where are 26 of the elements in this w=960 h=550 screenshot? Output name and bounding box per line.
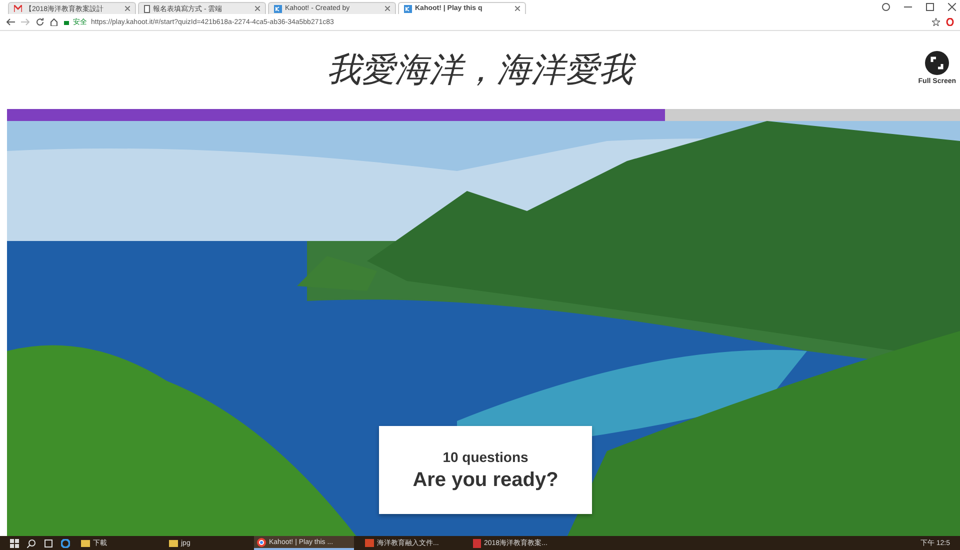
close-icon[interactable] xyxy=(255,6,260,11)
ready-prompt: Are you ready? xyxy=(412,468,558,492)
star-icon[interactable] xyxy=(932,18,940,26)
chrome-icon xyxy=(257,538,266,546)
question-count: 10 questions xyxy=(442,448,528,464)
kahoot-icon xyxy=(274,4,282,12)
reload-icon[interactable] xyxy=(36,18,44,26)
pdf-file-icon xyxy=(473,538,481,548)
close-icon[interactable] xyxy=(515,6,520,11)
document-icon xyxy=(144,4,150,12)
mail-icon xyxy=(14,5,22,12)
windows-start-icon[interactable] xyxy=(10,538,19,548)
folder-icon xyxy=(169,539,178,547)
maximize-icon[interactable] xyxy=(926,3,934,11)
close-icon[interactable] xyxy=(948,3,956,11)
folder-icon xyxy=(81,539,90,547)
home-icon[interactable] xyxy=(50,18,58,26)
task-view-icon[interactable] xyxy=(44,538,53,548)
slides-file-icon xyxy=(365,539,374,547)
search-icon[interactable] xyxy=(27,538,36,548)
fullscreen-icon xyxy=(925,51,950,75)
kahoot-icon xyxy=(404,4,412,12)
profile-icon[interactable] xyxy=(882,3,890,11)
back-icon[interactable] xyxy=(6,18,15,26)
close-icon[interactable] xyxy=(125,6,130,11)
close-icon[interactable] xyxy=(385,6,390,11)
